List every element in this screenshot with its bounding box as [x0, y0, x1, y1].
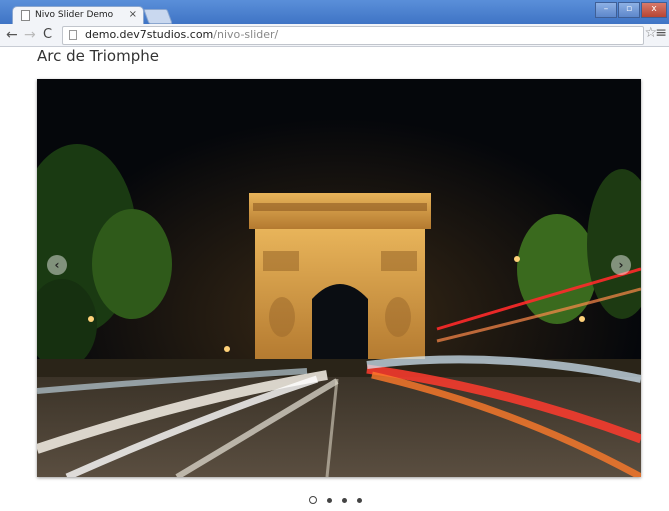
slider-pagination: [309, 496, 362, 504]
tab-title: Nivo Slider Demo: [35, 10, 114, 20]
slider-next-button[interactable]: ›: [611, 255, 631, 275]
reload-icon[interactable]: C: [43, 26, 52, 44]
image-slider[interactable]: ‹ ›: [37, 79, 641, 477]
road: [37, 377, 641, 477]
url-text[interactable]: demo.dev7studios.com/nivo-slider/: [85, 28, 278, 41]
slider-prev-button[interactable]: ‹: [47, 255, 67, 275]
browser-tab[interactable]: Nivo Slider Demo ×: [12, 6, 144, 25]
window-controls: – ▫ x: [595, 2, 667, 18]
slider-dot-3[interactable]: [342, 497, 347, 503]
slide-image: [37, 79, 641, 477]
page-content: Arc de Triomphe ‹ ›: [0, 47, 669, 511]
close-window-button[interactable]: x: [641, 2, 667, 18]
maximize-button[interactable]: ▫: [618, 2, 640, 18]
back-arrow-icon[interactable]: ←: [6, 26, 18, 44]
browser-titlebar: Nivo Slider Demo × – ▫ x: [0, 0, 669, 25]
url-path: /nivo-slider/: [213, 28, 279, 41]
minimize-button[interactable]: –: [595, 2, 617, 18]
arc-de-triomphe: [249, 193, 431, 361]
close-tab-icon[interactable]: ×: [129, 9, 137, 20]
tree-right: [517, 214, 597, 324]
browser-toolbar: ← → C demo.dev7studios.com/nivo-slider/ …: [0, 24, 669, 47]
slider-dot-4[interactable]: [357, 497, 362, 503]
page-title: Arc de Triomphe: [37, 47, 159, 65]
page-icon: [21, 10, 30, 21]
address-bar[interactable]: demo.dev7studios.com/nivo-slider/: [62, 26, 644, 45]
slider-dot-2[interactable]: [327, 497, 332, 503]
slider-dot-1[interactable]: [309, 496, 317, 504]
page-icon: [69, 30, 77, 40]
new-tab-button[interactable]: [143, 9, 173, 24]
menu-icon[interactable]: ≡: [655, 25, 667, 41]
forward-arrow-icon[interactable]: →: [24, 26, 36, 44]
url-domain: demo.dev7studios.com: [85, 28, 214, 41]
